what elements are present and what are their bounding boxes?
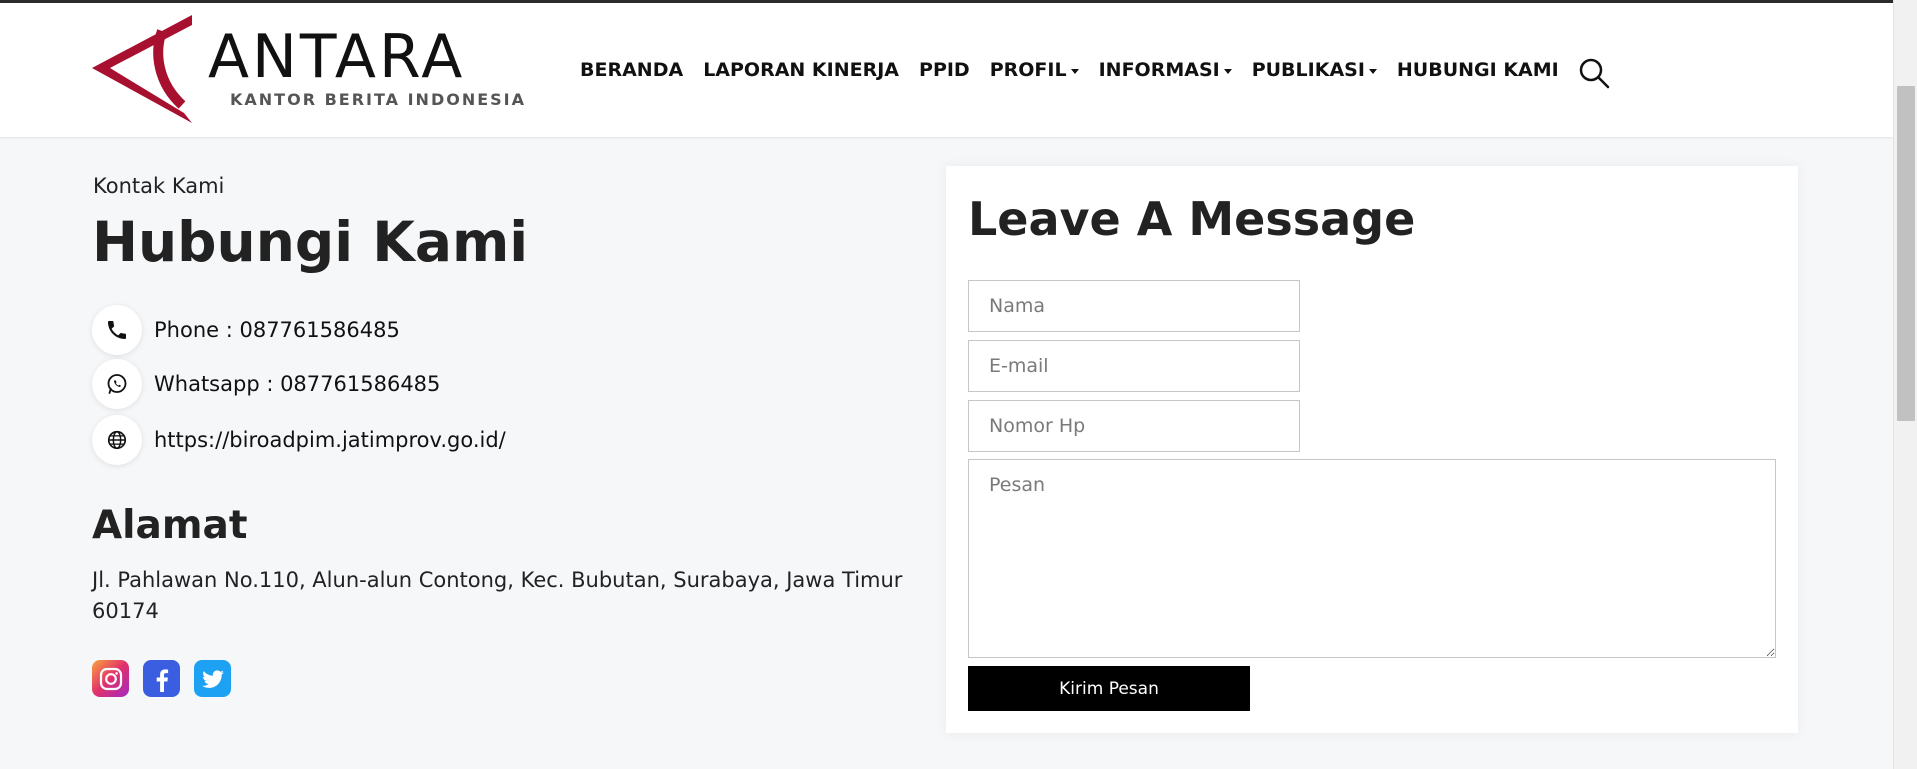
nav-profil[interactable]: PROFIL <box>990 59 1079 81</box>
address-title: Alamat <box>92 503 248 548</box>
whatsapp-text: Whatsapp : 087761586485 <box>154 372 441 396</box>
nav-ppid-label: PPID <box>919 59 970 81</box>
main-nav: BERANDA LAPORAN KINERJA PPID PROFIL INFO… <box>580 53 1579 87</box>
site-header: ANTARA KANTOR BERITA INDONESIA BERANDA L… <box>0 3 1893 138</box>
website-link[interactable]: https://biroadpim.jatimprov.go.id/ <box>154 428 506 452</box>
nav-laporan-kinerja[interactable]: LAPORAN KINERJA <box>703 59 899 81</box>
email-input[interactable] <box>968 340 1300 392</box>
message-textarea[interactable] <box>968 459 1776 658</box>
send-message-button[interactable]: Kirim Pesan <box>968 666 1250 711</box>
search-icon <box>1579 58 1610 89</box>
nav-informasi-label: INFORMASI <box>1098 59 1220 81</box>
phone-icon <box>92 305 142 355</box>
form-title: Leave A Message <box>968 192 1416 246</box>
phone-text: Phone : 087761586485 <box>154 318 400 342</box>
logo-wordmark: ANTARA <box>208 22 466 92</box>
contact-whatsapp: Whatsapp : 087761586485 <box>92 359 440 409</box>
caret-down-icon <box>1070 68 1079 74</box>
nav-informasi[interactable]: INFORMASI <box>1099 59 1232 81</box>
nav-laporan-kinerja-label: LAPORAN KINERJA <box>703 59 900 81</box>
twitter-icon[interactable] <box>194 660 231 697</box>
caret-down-icon <box>1368 68 1377 74</box>
nav-hubungi-kami[interactable]: HUBUNGI KAMI <box>1397 59 1559 81</box>
nav-ppid[interactable]: PPID <box>919 59 970 81</box>
antara-logo-icon <box>92 15 192 123</box>
caret-down-icon <box>1223 68 1232 74</box>
search-button[interactable] <box>1578 57 1610 89</box>
nav-publikasi[interactable]: PUBLIKASI <box>1252 59 1377 81</box>
globe-icon <box>92 415 142 465</box>
nav-beranda[interactable]: BERANDA <box>580 59 683 81</box>
facebook-icon[interactable] <box>143 660 180 697</box>
social-links <box>92 660 245 697</box>
antara-logo[interactable]: ANTARA KANTOR BERITA INDONESIA <box>92 13 532 123</box>
scrollbar-thumb[interactable] <box>1897 86 1915 421</box>
nav-profil-label: PROFIL <box>989 59 1067 81</box>
name-input[interactable] <box>968 280 1300 332</box>
message-form-card: Leave A Message Kirim Pesan <box>946 166 1798 733</box>
page-scrollbar[interactable] <box>1893 0 1917 769</box>
nav-hubungi-kami-label: HUBUNGI KAMI <box>1396 59 1559 81</box>
section-label: Kontak Kami <box>93 174 225 198</box>
page-title: Hubungi Kami <box>92 210 529 274</box>
nav-beranda-label: BERANDA <box>580 59 684 81</box>
contact-website: https://biroadpim.jatimprov.go.id/ <box>92 415 506 465</box>
contact-phone: Phone : 087761586485 <box>92 305 400 355</box>
logo-tagline: KANTOR BERITA INDONESIA <box>230 90 527 109</box>
address-text: Jl. Pahlawan No.110, Alun-alun Contong, … <box>92 568 903 623</box>
nav-publikasi-label: PUBLIKASI <box>1251 59 1365 81</box>
instagram-icon[interactable] <box>92 660 129 697</box>
phone-number-input[interactable] <box>968 400 1300 452</box>
whatsapp-icon <box>92 359 142 409</box>
